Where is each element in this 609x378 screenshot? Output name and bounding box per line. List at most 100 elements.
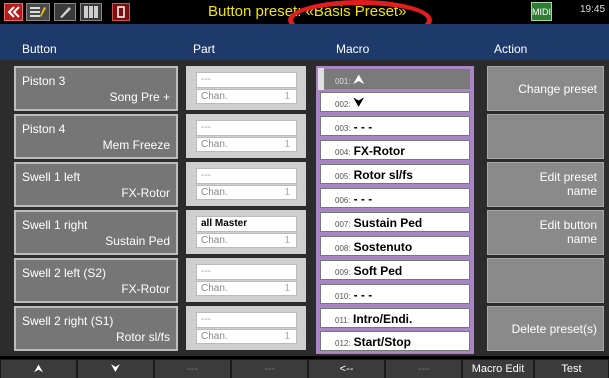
grid-icon <box>84 6 98 18</box>
macro-item[interactable]: 008: Sostenuto <box>320 236 470 256</box>
channel-field[interactable]: Chan. 1 <box>196 281 297 296</box>
part-cell[interactable]: --- Chan. 1 <box>186 162 306 206</box>
softkey-3[interactable]: --- <box>155 360 230 378</box>
button-label-line1: Edit preset <box>539 170 597 184</box>
chevron-down-icon: ⮟ <box>110 362 121 375</box>
softkey-label: Test <box>561 363 582 375</box>
button-function: Song Pre + <box>109 90 170 104</box>
part-cell[interactable]: --- Chan. 1 <box>186 66 306 110</box>
menu-button[interactable] <box>26 3 50 21</box>
button-name: Swell 1 right <box>22 218 88 232</box>
macro-text: Rotor sl/fs <box>353 168 413 182</box>
channel-number: 1 <box>284 187 290 198</box>
change-preset-button[interactable]: Change preset <box>487 66 604 111</box>
edit-preset-name-button[interactable]: Edit preset name <box>487 162 604 207</box>
page-title: Button preset: «Basis Preset» <box>208 3 406 20</box>
part-cell[interactable]: --- Chan. 1 <box>186 114 306 158</box>
channel-field[interactable]: Chan. 1 <box>196 89 297 104</box>
delete-preset-button[interactable]: Delete preset(s) <box>487 306 604 351</box>
channel-number: 1 <box>284 331 290 342</box>
part-select[interactable]: --- <box>196 312 297 328</box>
button-row-piston-3[interactable]: Piston 3 Song Pre + <box>14 66 178 111</box>
button-name: Piston 3 <box>22 74 66 88</box>
channel-label: Chan. <box>201 235 228 246</box>
macro-text: Intro/Endi. <box>352 312 413 326</box>
stop-button[interactable] <box>112 3 130 21</box>
softkey-4[interactable]: --- <box>232 360 307 378</box>
macro-item[interactable]: 002: ⮟ <box>320 92 470 112</box>
scroll-down-button[interactable]: ⮟ <box>78 360 153 378</box>
button-row-swell-1-right[interactable]: Swell 1 right Sustain Ped <box>14 210 178 255</box>
edit-button-name-button[interactable]: Edit button name <box>487 210 604 255</box>
channel-field[interactable]: Chan. 1 <box>196 233 297 248</box>
macro-number: 011: <box>335 316 350 325</box>
bottom-bar: ⮝ ⮟ --- --- <-- --- Macro Edit Test <box>0 359 609 378</box>
channel-field[interactable]: Chan. 1 <box>196 329 297 344</box>
macro-item[interactable]: 011: Intro/Endi. <box>320 308 470 328</box>
macro-item[interactable]: 003: - - - <box>320 116 470 136</box>
macro-item[interactable]: 007: Sustain Ped <box>320 212 470 232</box>
channel-field[interactable]: Chan. 1 <box>196 185 297 200</box>
macro-number: 012: <box>335 339 351 348</box>
button-function: Mem Freeze <box>102 138 170 152</box>
stop-icon <box>117 6 125 18</box>
scroll-up-button[interactable]: ⮝ <box>1 360 76 378</box>
macro-text: Start/Stop <box>353 335 411 349</box>
channel-label: Chan. <box>201 283 228 294</box>
button-row-swell-2-left[interactable]: Swell 2 left (S2) FX-Rotor <box>14 258 178 303</box>
menu-pencil-icon <box>30 7 46 17</box>
macro-scrollbar[interactable] <box>318 68 324 90</box>
part-select[interactable]: --- <box>196 168 297 184</box>
macro-item[interactable]: 004: FX-Rotor <box>320 140 470 160</box>
back-softkey-button[interactable]: <-- <box>309 360 384 378</box>
macro-number: 003: <box>335 124 351 133</box>
empty-action-button[interactable] <box>487 258 604 303</box>
button-row-swell-2-right[interactable]: Swell 2 right (S1) Rotor sl/fs <box>14 306 178 351</box>
button-row-piston-4[interactable]: Piston 4 Mem Freeze <box>14 114 178 159</box>
test-button[interactable]: Test <box>535 360 608 378</box>
empty-action-button[interactable] <box>487 114 604 159</box>
macro-edit-button[interactable]: Macro Edit <box>463 360 533 378</box>
macro-item[interactable]: 006: - - - <box>320 188 470 208</box>
macro-number: 008: <box>335 244 351 253</box>
macro-number: 009: <box>335 268 351 277</box>
title-prefix: Button preset: <box>208 3 306 20</box>
button-name: Swell 2 right (S1) <box>22 314 114 328</box>
macro-item[interactable]: 005: Rotor sl/fs <box>320 164 470 184</box>
part-cell[interactable]: --- Chan. 1 <box>186 306 306 350</box>
macro-item[interactable]: 001: ⮝ <box>320 69 470 89</box>
part-cell[interactable]: --- Chan. 1 <box>186 258 306 302</box>
column-header-row: Button Part Macro Action <box>0 24 609 60</box>
macro-text: - - - <box>353 120 373 134</box>
softkey-6[interactable]: --- <box>386 360 461 378</box>
macro-item[interactable]: 012: Start/Stop <box>320 331 470 351</box>
part-select[interactable]: --- <box>196 120 297 136</box>
channel-number: 1 <box>284 283 290 294</box>
channel-field[interactable]: Chan. 1 <box>196 137 297 152</box>
part-cell[interactable]: all Master Chan. 1 <box>186 210 306 254</box>
macro-text: - - - <box>353 192 373 206</box>
macro-text: Sustain Ped <box>353 216 423 230</box>
channel-label: Chan. <box>201 187 228 198</box>
macro-list[interactable]: 001: ⮝ 002: ⮟ 003: - - - 004: FX-Rotor 005:… <box>316 66 474 354</box>
macro-item[interactable]: 010: - - - <box>320 284 470 304</box>
preset-name: «Basis Preset» <box>305 3 407 20</box>
part-select[interactable]: --- <box>196 264 297 280</box>
part-select[interactable]: --- <box>196 72 297 88</box>
macro-item[interactable]: 009: Soft Ped <box>320 260 470 280</box>
registration-button[interactable] <box>80 3 102 21</box>
header-part: Part <box>193 42 216 56</box>
macro-number: 010: <box>335 292 351 301</box>
channel-number: 1 <box>284 139 290 150</box>
header-button: Button <box>22 42 57 56</box>
button-name: Swell 2 left (S2) <box>22 266 107 280</box>
edit-button[interactable] <box>54 3 76 21</box>
back-button[interactable] <box>4 3 23 21</box>
softkey-label: --- <box>264 363 275 375</box>
button-row-swell-1-left[interactable]: Swell 1 left FX-Rotor <box>14 162 178 207</box>
channel-number: 1 <box>284 235 290 246</box>
button-name: Piston 4 <box>22 122 66 136</box>
midi-icon[interactable]: MIDI <box>531 2 552 21</box>
part-select[interactable]: all Master <box>196 216 297 232</box>
macro-number: 004: <box>335 148 351 157</box>
